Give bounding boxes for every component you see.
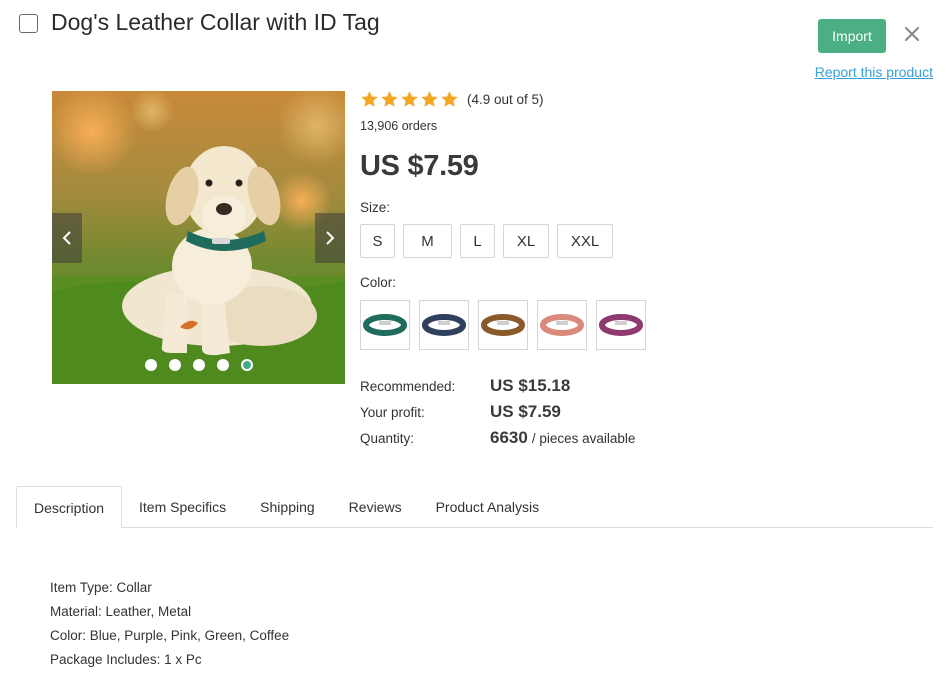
quantity-value: 6630: [490, 428, 528, 447]
color-option-coffee[interactable]: [478, 300, 528, 350]
carousel-dots: [52, 359, 345, 371]
product-image-carousel[interactable]: [52, 91, 345, 384]
tab-reviews[interactable]: Reviews: [332, 486, 419, 528]
size-label: Size:: [360, 200, 391, 215]
rating-text: (4.9 out of 5): [467, 92, 544, 107]
description-line: Package Includes: 1 x Pc: [50, 652, 202, 667]
select-product-checkbox[interactable]: [19, 14, 38, 33]
carousel-dot[interactable]: [216, 359, 229, 371]
size-option-s[interactable]: S: [360, 224, 395, 258]
carousel-dot-active[interactable]: [240, 359, 253, 371]
product-photo: [52, 91, 345, 384]
color-option-green[interactable]: [360, 300, 410, 350]
tab-shipping[interactable]: Shipping: [243, 486, 332, 528]
rating: (4.9 out of 5): [360, 90, 544, 109]
chevron-right-icon: [326, 231, 335, 245]
tab-item-specifics[interactable]: Item Specifics: [122, 486, 243, 528]
orders-count: 13,906 orders: [360, 119, 438, 133]
color-label: Color:: [360, 275, 397, 290]
size-options: S M L XL XXL: [360, 224, 613, 258]
product-price: US $7.59: [360, 150, 479, 182]
size-option-xl[interactable]: XL: [503, 224, 549, 258]
tab-product-analysis[interactable]: Product Analysis: [419, 486, 557, 528]
size-option-xxl[interactable]: XXL: [557, 224, 613, 258]
description-line: Item Type: Collar: [50, 580, 152, 595]
close-icon[interactable]: [904, 26, 920, 42]
product-tabs: Description Item Specifics Shipping Revi…: [16, 486, 933, 529]
star-icon: [361, 91, 378, 107]
color-option-blue[interactable]: [419, 300, 469, 350]
rating-stars: [360, 90, 459, 109]
profit-value: US $7.59: [490, 402, 561, 421]
collar-thumbnail: [599, 314, 643, 336]
report-product-link[interactable]: Report this product: [815, 64, 933, 80]
description-line: Color: Blue, Purple, Pink, Green, Coffee: [50, 628, 290, 643]
quantity-row: Quantity: 6630 / pieces available: [360, 428, 635, 448]
quantity-suffix: / pieces available: [531, 431, 636, 446]
import-button[interactable]: Import: [818, 19, 886, 53]
description-line: Material: Leather, Metal: [50, 604, 192, 619]
carousel-dot[interactable]: [192, 359, 205, 371]
star-icon: [381, 91, 398, 107]
carousel-dot[interactable]: [168, 359, 181, 371]
color-options: [360, 300, 646, 350]
description-content: Item Type: Collar Material: Leather, Met…: [50, 576, 289, 672]
collar-thumbnail: [422, 314, 466, 336]
color-option-pink[interactable]: [537, 300, 587, 350]
profit-row: Your profit: US $7.59: [360, 402, 561, 422]
collar-thumbnail: [481, 314, 525, 336]
color-option-purple[interactable]: [596, 300, 646, 350]
carousel-prev-button[interactable]: [52, 213, 82, 263]
product-title: Dog's Leather Collar with ID Tag: [51, 9, 380, 35]
carousel-next-button[interactable]: [315, 213, 345, 263]
tab-description[interactable]: Description: [16, 486, 123, 529]
collar-thumbnail: [540, 314, 584, 336]
quantity-label: Quantity:: [360, 431, 415, 446]
star-icon: [441, 91, 458, 107]
chevron-left-icon: [62, 231, 71, 245]
star-icon: [421, 91, 438, 107]
collar-thumbnail: [363, 314, 407, 336]
star-icon: [401, 91, 418, 107]
profit-label: Your profit:: [360, 405, 425, 420]
recommended-price: US $15.18: [490, 376, 571, 395]
size-option-m[interactable]: M: [403, 224, 452, 258]
size-option-l[interactable]: L: [460, 224, 495, 258]
carousel-dot[interactable]: [144, 359, 157, 371]
recommended-row: Recommended: US $15.18: [360, 376, 570, 396]
recommended-label: Recommended:: [360, 379, 456, 394]
